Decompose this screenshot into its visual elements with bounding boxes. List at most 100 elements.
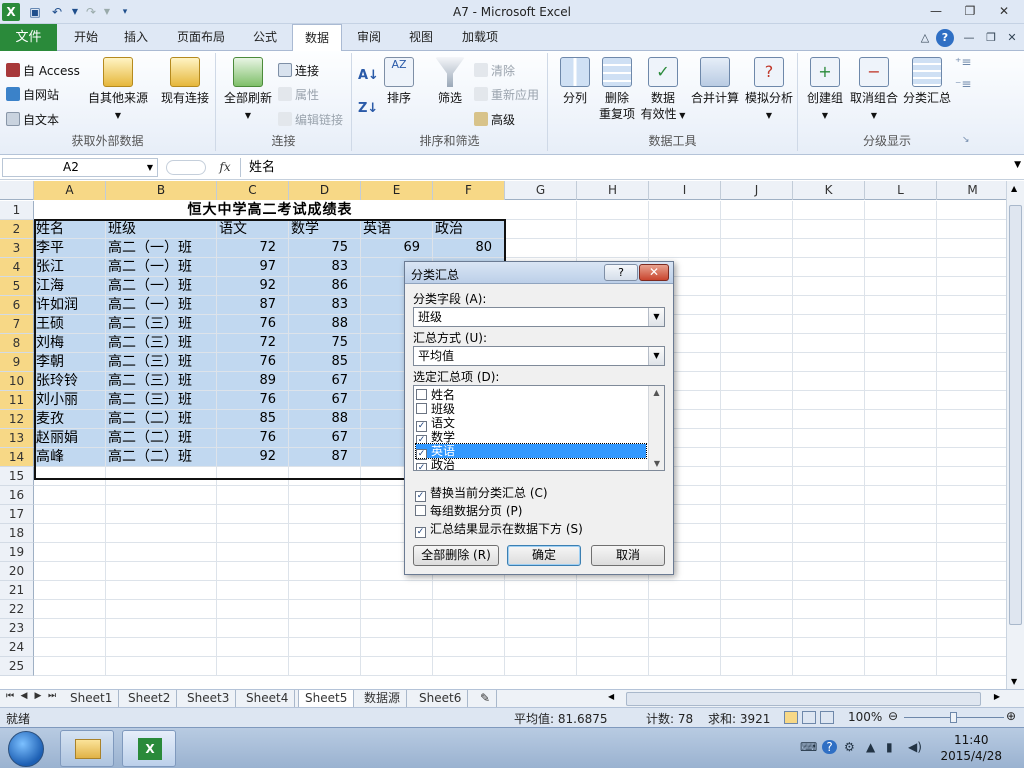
sheet-tab[interactable]: Sheet4 [240, 690, 296, 707]
column-header[interactable]: J [721, 181, 793, 200]
tab-addins[interactable]: 加载项 [452, 24, 508, 51]
from-text-button[interactable]: 自文本 [6, 111, 59, 128]
empty-cell[interactable] [937, 505, 1006, 524]
table-cell[interactable]: 高二（一）班 [106, 239, 217, 258]
empty-cell[interactable] [577, 220, 649, 239]
empty-cell[interactable] [649, 581, 721, 600]
table-cell[interactable]: 数学 [289, 220, 361, 239]
empty-cell[interactable] [865, 372, 937, 391]
empty-cell[interactable] [289, 619, 361, 638]
taskbar-clock[interactable]: 11:40 2015/4/28 [940, 732, 1002, 764]
empty-cell[interactable] [793, 201, 865, 220]
row-header[interactable]: 16 [0, 486, 34, 505]
row-header[interactable]: 18 [0, 524, 34, 543]
empty-cell[interactable] [217, 486, 289, 505]
empty-cell[interactable] [721, 600, 793, 619]
row-header[interactable]: 4 [0, 258, 34, 277]
summary-item[interactable]: ✓ 政治 [416, 458, 646, 470]
empty-cell[interactable] [865, 619, 937, 638]
empty-cell[interactable] [793, 220, 865, 239]
empty-cell[interactable] [937, 353, 1006, 372]
table-cell[interactable]: 92 [217, 448, 289, 467]
empty-cell[interactable] [34, 619, 106, 638]
empty-cell[interactable] [793, 410, 865, 429]
page-break-view-icon[interactable] [820, 711, 834, 724]
table-cell[interactable]: 67 [289, 372, 361, 391]
empty-cell[interactable] [865, 353, 937, 372]
empty-cell[interactable] [937, 619, 1006, 638]
empty-cell[interactable] [106, 562, 217, 581]
table-cell[interactable]: 高峰 [34, 448, 106, 467]
row-header[interactable]: 5 [0, 277, 34, 296]
column-header[interactable]: H [577, 181, 649, 200]
empty-cell[interactable] [793, 391, 865, 410]
empty-cell[interactable] [361, 657, 433, 676]
row-header[interactable]: 20 [0, 562, 34, 581]
empty-cell[interactable] [289, 486, 361, 505]
empty-cell[interactable] [937, 657, 1006, 676]
empty-cell[interactable] [289, 638, 361, 657]
table-cell[interactable]: 89 [217, 372, 289, 391]
remove-duplicates-button[interactable]: 删除 重复项 [596, 57, 638, 122]
group-button[interactable]: + 创建组 ▼ [802, 57, 848, 124]
data-validation-button[interactable]: ✓ 数据 有效性 ▼ [640, 57, 686, 124]
empty-cell[interactable] [721, 657, 793, 676]
empty-cell[interactable] [937, 486, 1006, 505]
tab-data[interactable]: 数据 [292, 24, 342, 52]
row-header[interactable]: 24 [0, 638, 34, 657]
start-button-icon[interactable] [8, 731, 44, 767]
other-sources-button[interactable]: 自其他来源 ▼ [86, 57, 150, 124]
table-cell[interactable]: 67 [289, 391, 361, 410]
table-cell[interactable]: 85 [289, 353, 361, 372]
unchecked-checkbox-icon[interactable] [416, 389, 427, 400]
sheet-tab[interactable]: Sheet3 [181, 690, 237, 707]
empty-cell[interactable] [289, 543, 361, 562]
sort-descending-icon[interactable]: Z↓ [358, 101, 378, 116]
row-header[interactable]: 21 [0, 581, 34, 600]
empty-cell[interactable] [721, 581, 793, 600]
list-scrollbar[interactable]: ▲ ▼ [648, 386, 664, 470]
hide-detail-icon[interactable]: ⁻≡ [955, 77, 971, 91]
empty-cell[interactable] [793, 296, 865, 315]
empty-cell[interactable] [721, 505, 793, 524]
empty-cell[interactable] [793, 429, 865, 448]
empty-cell[interactable] [793, 315, 865, 334]
empty-cell[interactable] [721, 486, 793, 505]
show-detail-icon[interactable]: ⁺≡ [955, 55, 971, 69]
empty-cell[interactable] [649, 220, 721, 239]
empty-cell[interactable] [106, 486, 217, 505]
empty-cell[interactable] [865, 448, 937, 467]
column-header[interactable]: D [289, 181, 361, 200]
empty-cell[interactable] [937, 201, 1006, 220]
table-cell[interactable]: 张玲铃 [34, 372, 106, 391]
row-header[interactable]: 11 [0, 391, 34, 410]
volume-icon[interactable]: ◀) [908, 740, 922, 754]
row-header[interactable]: 8 [0, 334, 34, 353]
dialog-title-bar[interactable]: 分类汇总 ? ✕ [405, 262, 673, 284]
row-header[interactable]: 13 [0, 429, 34, 448]
zoom-level[interactable]: 100% [848, 710, 882, 724]
column-header[interactable]: F [433, 181, 505, 200]
filter-button[interactable]: 筛选 [430, 57, 470, 106]
row-header[interactable]: 25 [0, 657, 34, 676]
empty-cell[interactable] [433, 600, 505, 619]
empty-cell[interactable] [937, 277, 1006, 296]
empty-cell[interactable] [217, 600, 289, 619]
table-cell[interactable]: 李平 [34, 239, 106, 258]
table-cell[interactable]: 麦孜 [34, 410, 106, 429]
empty-cell[interactable] [865, 562, 937, 581]
empty-cell[interactable] [721, 448, 793, 467]
table-cell[interactable]: 75 [289, 239, 361, 258]
tab-insert[interactable]: 插入 [114, 24, 158, 51]
empty-cell[interactable] [577, 201, 649, 220]
empty-cell[interactable] [361, 600, 433, 619]
empty-cell[interactable] [721, 638, 793, 657]
empty-cell[interactable] [217, 638, 289, 657]
table-cell[interactable]: 英语 [361, 220, 433, 239]
empty-cell[interactable] [793, 638, 865, 657]
empty-cell[interactable] [937, 581, 1006, 600]
dialog-option[interactable]: 每组数据分页 (P) [415, 502, 522, 519]
table-cell[interactable]: 高二（三）班 [106, 353, 217, 372]
empty-cell[interactable] [34, 467, 106, 486]
table-cell[interactable]: 69 [361, 239, 433, 258]
